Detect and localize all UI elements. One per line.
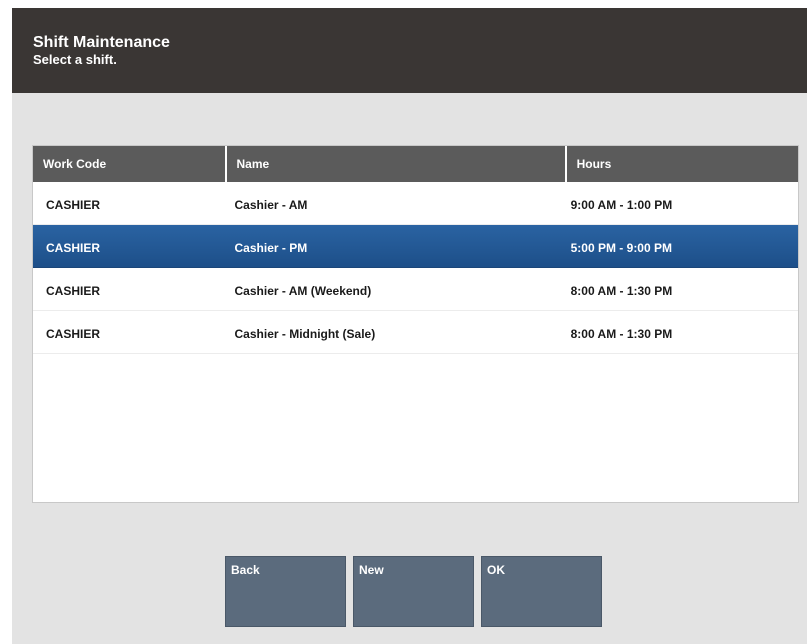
- column-header-work-code[interactable]: Work Code: [33, 146, 227, 182]
- cell-name: Cashier - Midnight (Sale): [234, 327, 376, 341]
- page-title: Shift Maintenance: [33, 34, 170, 51]
- shift-maintenance-screen: Shift Maintenance Select a shift. Work C…: [0, 0, 807, 644]
- cell-work-code: CASHIER: [46, 284, 101, 298]
- page-subtitle: Select a shift.: [33, 52, 117, 67]
- cell-work-code: CASHIER: [46, 241, 101, 255]
- table-row[interactable]: CASHIER Cashier - Midnight (Sale) 8:00 A…: [33, 311, 798, 354]
- column-header-hours[interactable]: Hours: [567, 146, 798, 182]
- table-header: Work Code Name Hours: [33, 146, 798, 182]
- cell-hours: 9:00 AM - 1:00 PM: [570, 198, 673, 212]
- cell-name: Cashier - PM: [234, 241, 308, 255]
- new-button[interactable]: New: [353, 556, 474, 627]
- cell-hours: 8:00 AM - 1:30 PM: [570, 284, 673, 298]
- cell-hours: 5:00 PM - 9:00 PM: [570, 241, 672, 255]
- table-row[interactable]: CASHIER Cashier - AM 9:00 AM - 1:00 PM: [33, 182, 798, 225]
- page-header: Shift Maintenance Select a shift.: [12, 8, 807, 93]
- table-row[interactable]: CASHIER Cashier - AM (Weekend) 8:00 AM -…: [33, 268, 798, 311]
- cell-hours: 8:00 AM - 1:30 PM: [570, 327, 673, 341]
- cell-work-code: CASHIER: [46, 327, 101, 341]
- table-row-selected[interactable]: CASHIER Cashier - PM 5:00 PM - 9:00 PM: [33, 225, 798, 268]
- back-button[interactable]: Back: [225, 556, 346, 627]
- ok-button[interactable]: OK: [481, 556, 602, 627]
- shift-table: Work Code Name Hours CASHIER Cashier - A…: [32, 145, 799, 503]
- content-area: Work Code Name Hours CASHIER Cashier - A…: [12, 93, 807, 644]
- cell-name: Cashier - AM: [234, 198, 308, 212]
- cell-work-code: CASHIER: [46, 198, 101, 212]
- cell-name: Cashier - AM (Weekend): [234, 284, 372, 298]
- column-header-name[interactable]: Name: [227, 146, 567, 182]
